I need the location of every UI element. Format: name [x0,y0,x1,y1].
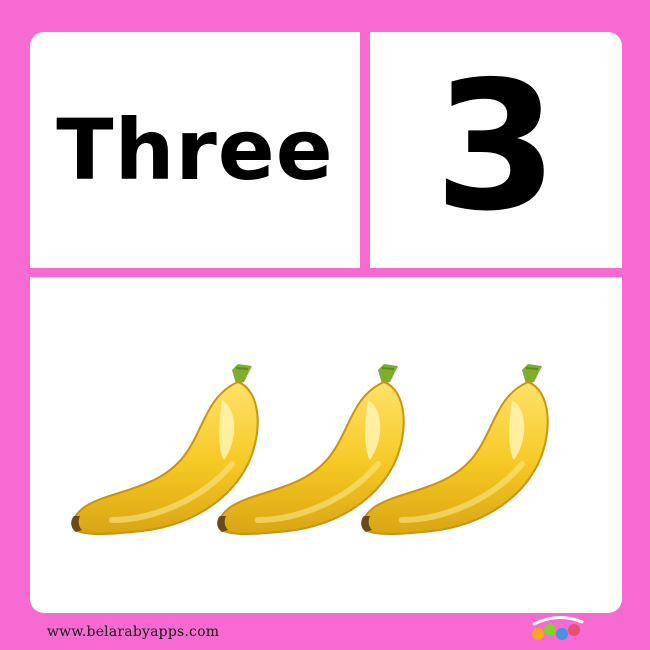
numeral: 3 [434,43,558,250]
number-word: Three [56,101,334,199]
bananas-illustration [30,277,622,613]
belaraby-logo [532,616,584,640]
numeral-panel: 3 [370,32,622,268]
picture-panel [30,277,622,613]
number-word-panel: Three [30,32,360,268]
website-url: www.belarabyapps.com [47,624,220,640]
flashcard: Three 3 www.belarabyapps.com [0,0,650,650]
